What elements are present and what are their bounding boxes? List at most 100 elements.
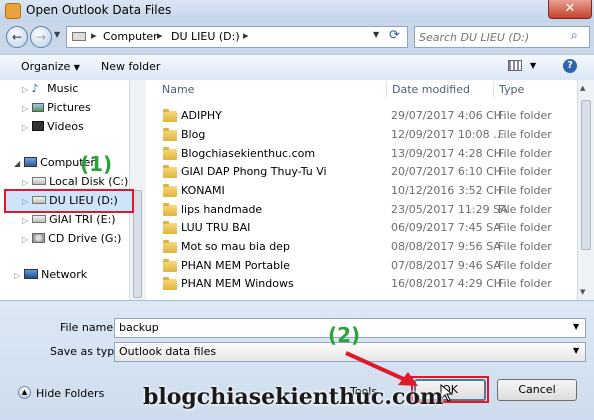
column-divider: [386, 82, 387, 98]
column-header-date[interactable]: Date modified: [392, 80, 470, 100]
music-icon: ♪: [31, 82, 39, 95]
scroll-down-icon[interactable]: ▼: [580, 288, 585, 296]
folder-icon: [163, 259, 177, 272]
file-type: File folder: [498, 203, 552, 216]
expand-arrow-icon: ▷: [22, 178, 29, 187]
file-row[interactable]: PHAN MEM Portable 07/08/2017 9:46 SA File …: [157, 257, 575, 275]
folder-icon: [163, 203, 177, 216]
expand-arrow-icon: ▷: [22, 216, 29, 225]
forward-button[interactable]: →: [30, 26, 52, 48]
refresh-icon[interactable]: ⟳: [389, 28, 400, 43]
file-row[interactable]: ADIPHY 29/07/2017 4:06 CH File folder: [157, 107, 575, 125]
expand-arrow-icon: ▷: [22, 104, 29, 113]
file-list-scroll-thumb[interactable]: [581, 100, 591, 250]
drive-icon: [72, 32, 86, 41]
help-icon[interactable]: ?: [563, 59, 577, 73]
file-date: 23/05/2017 11:29 SA: [391, 203, 508, 216]
computer-icon: [23, 157, 37, 167]
collapse-arrow-icon: ◢: [14, 159, 21, 168]
file-row[interactable]: Blog 12/09/2017 10:08 ... File folder: [157, 126, 575, 144]
window-title: Open Outlook Data Files: [26, 3, 172, 17]
file-date: 12/09/2017 10:08 ...: [391, 128, 504, 141]
file-row[interactable]: LUU TRU BAI 06/09/2017 7:45 SA File folder: [157, 219, 575, 237]
drive-icon: [31, 177, 46, 185]
file-type: File folder: [498, 128, 552, 141]
back-arrow-icon: ←: [11, 30, 23, 44]
folder-icon: [163, 277, 177, 290]
file-name: Mot so mau bia dep: [181, 240, 290, 253]
file-row[interactable]: KONAMI 10/12/2016 3:52 CH File folder: [157, 182, 575, 200]
drive-icon: [31, 196, 46, 204]
breadcrumb-computer[interactable]: Computer: [103, 30, 158, 43]
file-row[interactable]: lips handmade 23/05/2017 11:29 SA File fol…: [157, 201, 575, 219]
save-type-dropdown-icon[interactable]: ▼: [573, 346, 579, 355]
save-type-value: Outlook data files: [119, 345, 217, 358]
search-box[interactable]: ⌕: [414, 26, 590, 48]
nav-item-giai-tri-e[interactable]: ▷ GIAI TRI (E:): [22, 213, 116, 231]
view-dropdown-icon[interactable]: ▼: [530, 61, 536, 70]
search-input[interactable]: [415, 27, 573, 47]
file-date: 29/07/2017 4:06 CH: [391, 109, 503, 122]
back-button[interactable]: ←: [6, 26, 28, 48]
scroll-up-icon[interactable]: ▲: [580, 84, 585, 92]
nav-item-pictures[interactable]: ▷ Pictures: [22, 101, 91, 119]
folder-icon: [163, 240, 177, 253]
nav-item-music[interactable]: ▷ ♪ Music: [22, 82, 78, 100]
chevron-down-icon: ▼: [73, 63, 80, 72]
search-icon[interactable]: ⌕: [571, 28, 578, 43]
file-name: lips handmade: [181, 203, 263, 216]
cancel-button[interactable]: Cancel: [497, 379, 577, 401]
outlook-icon: [5, 3, 21, 19]
file-name: GIAI DAP Phong Thuy-Tu Vi: [181, 165, 327, 178]
file-date: 16/08/2017 4:29 CH: [391, 277, 503, 290]
file-name: PHAN MEM Portable: [181, 259, 290, 272]
file-name-dropdown-icon[interactable]: ▼: [573, 322, 579, 331]
folder-icon: [163, 109, 177, 122]
videos-icon: [31, 121, 44, 131]
file-name-value[interactable]: backup: [119, 321, 159, 334]
nav-item-du-lieu-d[interactable]: ▷ DU LIEU (D:): [22, 194, 118, 212]
file-name: ADIPHY: [181, 109, 222, 122]
step-1-annotation: (1): [80, 152, 113, 176]
file-type: File folder: [498, 240, 552, 253]
file-date: 13/09/2017 4:28 CH: [391, 147, 503, 160]
address-bar[interactable]: ▸ Computer ▸ DU LIEU (D:) ▸ ▼ ⟳: [66, 26, 408, 48]
file-list-scrollbar[interactable]: ▲ ▼: [577, 80, 594, 300]
column-divider: [493, 82, 494, 98]
new-folder-button[interactable]: New folder: [101, 60, 160, 73]
file-type: File folder: [498, 184, 552, 197]
nav-item-label: DU LIEU (D:): [49, 194, 118, 207]
file-name: Blog: [181, 128, 206, 141]
file-row[interactable]: GIAI DAP Phong Thuy-Tu Vi 20/07/2017 6:10…: [157, 163, 575, 181]
column-header-name[interactable]: Name: [162, 80, 194, 100]
organize-button[interactable]: Organize ▼: [21, 60, 80, 73]
address-dropdown-icon[interactable]: ▼: [373, 30, 379, 39]
nav-scroll-thumb[interactable]: [133, 190, 142, 298]
file-name: Blogchiasekienthuc.com: [181, 147, 316, 160]
watermark-text: blogchiasekienthuc.com: [143, 384, 444, 410]
close-button[interactable]: ✕: [548, 0, 592, 19]
file-type: File folder: [498, 109, 552, 122]
file-type: File folder: [498, 259, 552, 272]
file-row[interactable]: Mot so mau bia dep 08/08/2017 9:56 SA File…: [157, 238, 575, 256]
view-options-icon[interactable]: [508, 60, 522, 71]
nav-item-videos[interactable]: ▷ Videos: [22, 120, 84, 138]
file-name: LUU TRU BAI: [181, 221, 251, 234]
file-row[interactable]: PHAN MEM Windows 16/08/2017 4:29 CH File f…: [157, 275, 575, 293]
organize-label: Organize: [21, 60, 71, 73]
nav-item-network[interactable]: ▷ Network: [14, 268, 87, 286]
cd-drive-icon: [31, 233, 45, 243]
arrow-shaft: [345, 351, 409, 383]
network-icon: [23, 269, 38, 279]
breadcrumb-separator-icon: ▸: [157, 29, 163, 42]
file-row[interactable]: Blogchiasekienthuc.com 13/09/2017 4:28 CH…: [157, 145, 575, 163]
drive-icon: [31, 215, 46, 223]
nav-item-label: CD Drive (G:): [48, 232, 122, 245]
breadcrumb-drive[interactable]: DU LIEU (D:): [171, 30, 240, 43]
nav-item-cd-drive-g[interactable]: ▷ CD Drive (G:): [22, 232, 121, 250]
recent-locations-chevron-icon[interactable]: ▼: [54, 30, 60, 39]
collapse-up-icon[interactable]: ▲: [18, 386, 31, 399]
folder-icon: [163, 165, 177, 178]
hide-folders-button[interactable]: Hide Folders: [36, 387, 104, 400]
column-header-type[interactable]: Type: [499, 80, 524, 100]
